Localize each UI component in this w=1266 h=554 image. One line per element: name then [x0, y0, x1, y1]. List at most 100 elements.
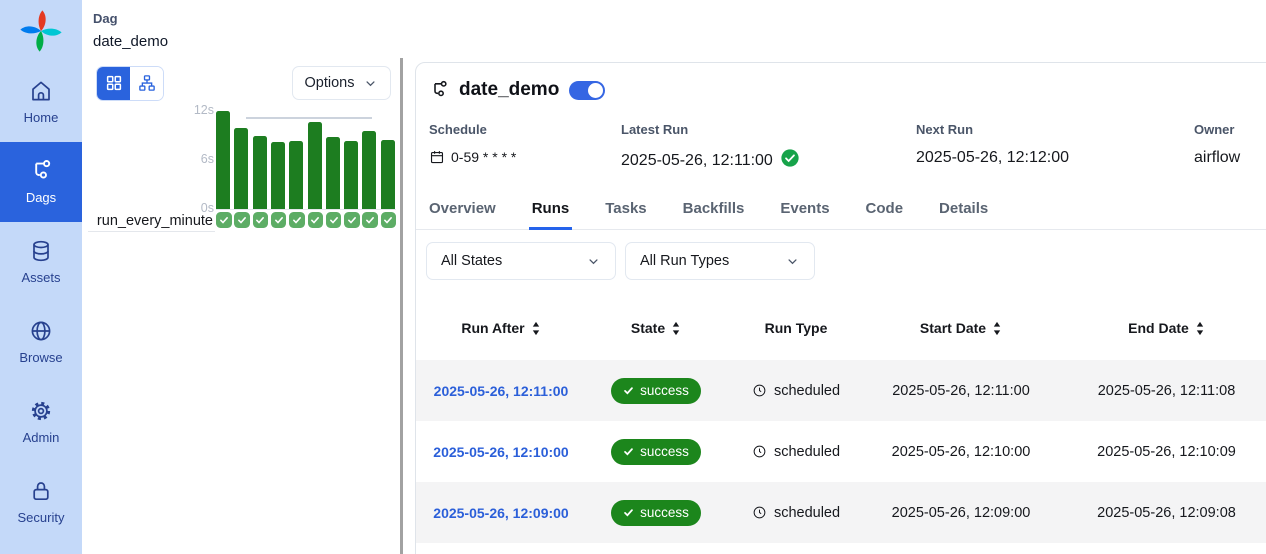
run-type-filter-select[interactable]: All Run Types — [625, 242, 815, 280]
column-header-run-type: Run Type — [726, 320, 866, 336]
chart-x-axis — [216, 209, 396, 210]
column-label: Run Type — [765, 320, 828, 336]
task-instance-success[interactable] — [271, 212, 287, 228]
grid-panel: Options 12s6s0s run_every_minute — [82, 0, 400, 554]
dag-stats: Schedule0-59 * * * *Latest Run2025-05-26… — [416, 122, 1266, 172]
column-header-end-date[interactable]: End Date — [1056, 320, 1266, 336]
stat-owner: Ownerairflow — [1194, 122, 1266, 172]
y-axis-tick: 12s — [82, 103, 214, 117]
task-instance-success[interactable] — [216, 212, 232, 228]
dag-pause-toggle[interactable] — [569, 81, 605, 100]
cell-end-date: 2025-05-26, 12:10:09 — [1056, 444, 1266, 460]
table-row: 2025-05-26, 12:10:00 success scheduled 2025… — [416, 421, 1266, 482]
sidebar-item-assets[interactable]: Assets — [0, 222, 82, 302]
run-duration-bar[interactable] — [326, 137, 340, 209]
cell-state: success — [586, 439, 726, 465]
run-duration-bar[interactable] — [381, 140, 395, 209]
run-after-link[interactable]: 2025-05-26, 12:10:00 — [433, 444, 568, 460]
cell-run-type: scheduled — [726, 383, 866, 399]
run-duration-bar[interactable] — [216, 111, 230, 209]
clock-icon — [752, 505, 767, 520]
stat-next-run: Next Run 2025-05-26, 12:12:00 — [916, 122, 1194, 172]
sidebar-item-dags[interactable]: Dags — [0, 142, 82, 222]
state-badge: success — [611, 378, 701, 404]
task-instance-success[interactable] — [362, 212, 378, 228]
stat-value-text: 2025-05-26, 12:12:00 — [916, 149, 1069, 167]
tab-details[interactable]: Details — [936, 200, 991, 230]
sidebar-item-home[interactable]: Home — [0, 62, 82, 142]
y-axis-tick: 6s — [82, 152, 214, 166]
gear-icon — [29, 399, 53, 423]
sort-icon — [1195, 321, 1205, 336]
column-header-start-date[interactable]: Start Date — [866, 320, 1056, 336]
state-filter-select[interactable]: All States — [426, 242, 616, 280]
task-instance-success[interactable] — [289, 212, 305, 228]
dag-tabs: Overview Runs Tasks Backfills Events Code Deta… — [416, 200, 1266, 230]
toggle-thumb — [588, 83, 603, 98]
run-duration-bar[interactable] — [253, 136, 267, 210]
tab-code[interactable]: Code — [863, 200, 907, 230]
tab-runs[interactable]: Runs — [529, 200, 573, 230]
stat-latest-run: Latest Run 2025-05-26, 12:11:00 — [621, 122, 916, 172]
column-header-state[interactable]: State — [586, 320, 726, 336]
stat-value: 2025-05-26, 12:12:00 — [916, 149, 1194, 167]
sidebar-item-label: Browse — [19, 350, 62, 365]
airflow-logo[interactable] — [0, 0, 82, 62]
stat-value: 0-59 * * * * — [429, 149, 621, 165]
stat-label: Owner — [1194, 122, 1266, 137]
run-after-link[interactable]: 2025-05-26, 12:09:00 — [433, 505, 568, 521]
state-badge-label: success — [640, 444, 689, 459]
sidebar-nav: HomeDagsAssets Browse AdminSecurity — [0, 62, 82, 542]
sort-icon — [531, 321, 541, 336]
check-circle-icon — [781, 149, 799, 167]
grid-view-button[interactable] — [97, 67, 130, 100]
stat-value-text: 2025-05-26, 12:11:00 — [621, 152, 773, 170]
dag-title: date_demo — [459, 79, 559, 101]
run-duration-bar[interactable] — [308, 122, 322, 209]
calendar-icon — [429, 149, 445, 165]
stat-schedule: Schedule0-59 * * * * — [429, 122, 621, 172]
sidebar-item-admin[interactable]: Admin — [0, 382, 82, 462]
cell-start-date: 2025-05-26, 12:09:00 — [866, 505, 1056, 521]
cell-state: success — [586, 378, 726, 404]
home-icon — [29, 79, 53, 103]
tab-events[interactable]: Events — [777, 200, 832, 230]
cell-run-after: 2025-05-26, 12:11:00 — [416, 383, 586, 399]
run-duration-bar[interactable] — [289, 141, 303, 209]
run-type-label: scheduled — [774, 444, 840, 460]
stat-label: Latest Run — [621, 122, 916, 137]
panel-resize-divider[interactable] — [400, 58, 403, 554]
stat-label: Next Run — [916, 122, 1194, 137]
task-instance-success[interactable] — [326, 212, 342, 228]
view-mode-toggle — [96, 66, 164, 101]
run-duration-bar[interactable] — [362, 131, 376, 209]
run-type-label: scheduled — [774, 383, 840, 399]
chevron-down-icon — [785, 254, 800, 269]
database-icon — [29, 239, 53, 263]
run-duration-bar[interactable] — [344, 141, 358, 209]
graph-view-button[interactable] — [130, 67, 163, 100]
task-instance-success[interactable] — [253, 212, 269, 228]
run-duration-bar[interactable] — [271, 142, 285, 209]
task-instance-success[interactable] — [344, 212, 360, 228]
stat-value: 2025-05-26, 12:11:00 — [621, 149, 916, 172]
sidebar-item-security[interactable]: Security — [0, 462, 82, 542]
column-label: State — [631, 320, 665, 336]
tab-tasks[interactable]: Tasks — [602, 200, 649, 230]
task-instance-success[interactable] — [381, 212, 397, 228]
duration-reference-line — [246, 117, 372, 119]
tab-backfills[interactable]: Backfills — [680, 200, 748, 230]
options-button[interactable]: Options — [292, 66, 391, 100]
tab-overview[interactable]: Overview — [426, 200, 499, 230]
run-after-link[interactable]: 2025-05-26, 12:11:00 — [434, 383, 569, 399]
task-instance-success[interactable] — [234, 212, 250, 228]
table-row: 2025-05-26, 12:11:00successscheduled2025… — [416, 360, 1266, 421]
column-label: End Date — [1128, 320, 1189, 336]
dag-icon — [429, 80, 449, 100]
filter-value: All States — [441, 253, 502, 269]
column-header-run-after[interactable]: Run After — [416, 320, 586, 336]
run-duration-bar[interactable] — [234, 128, 248, 209]
task-instance-success[interactable] — [308, 212, 324, 228]
task-name-label[interactable]: run_every_minute — [82, 213, 213, 229]
sidebar-item-browse[interactable]: Browse — [0, 302, 82, 382]
